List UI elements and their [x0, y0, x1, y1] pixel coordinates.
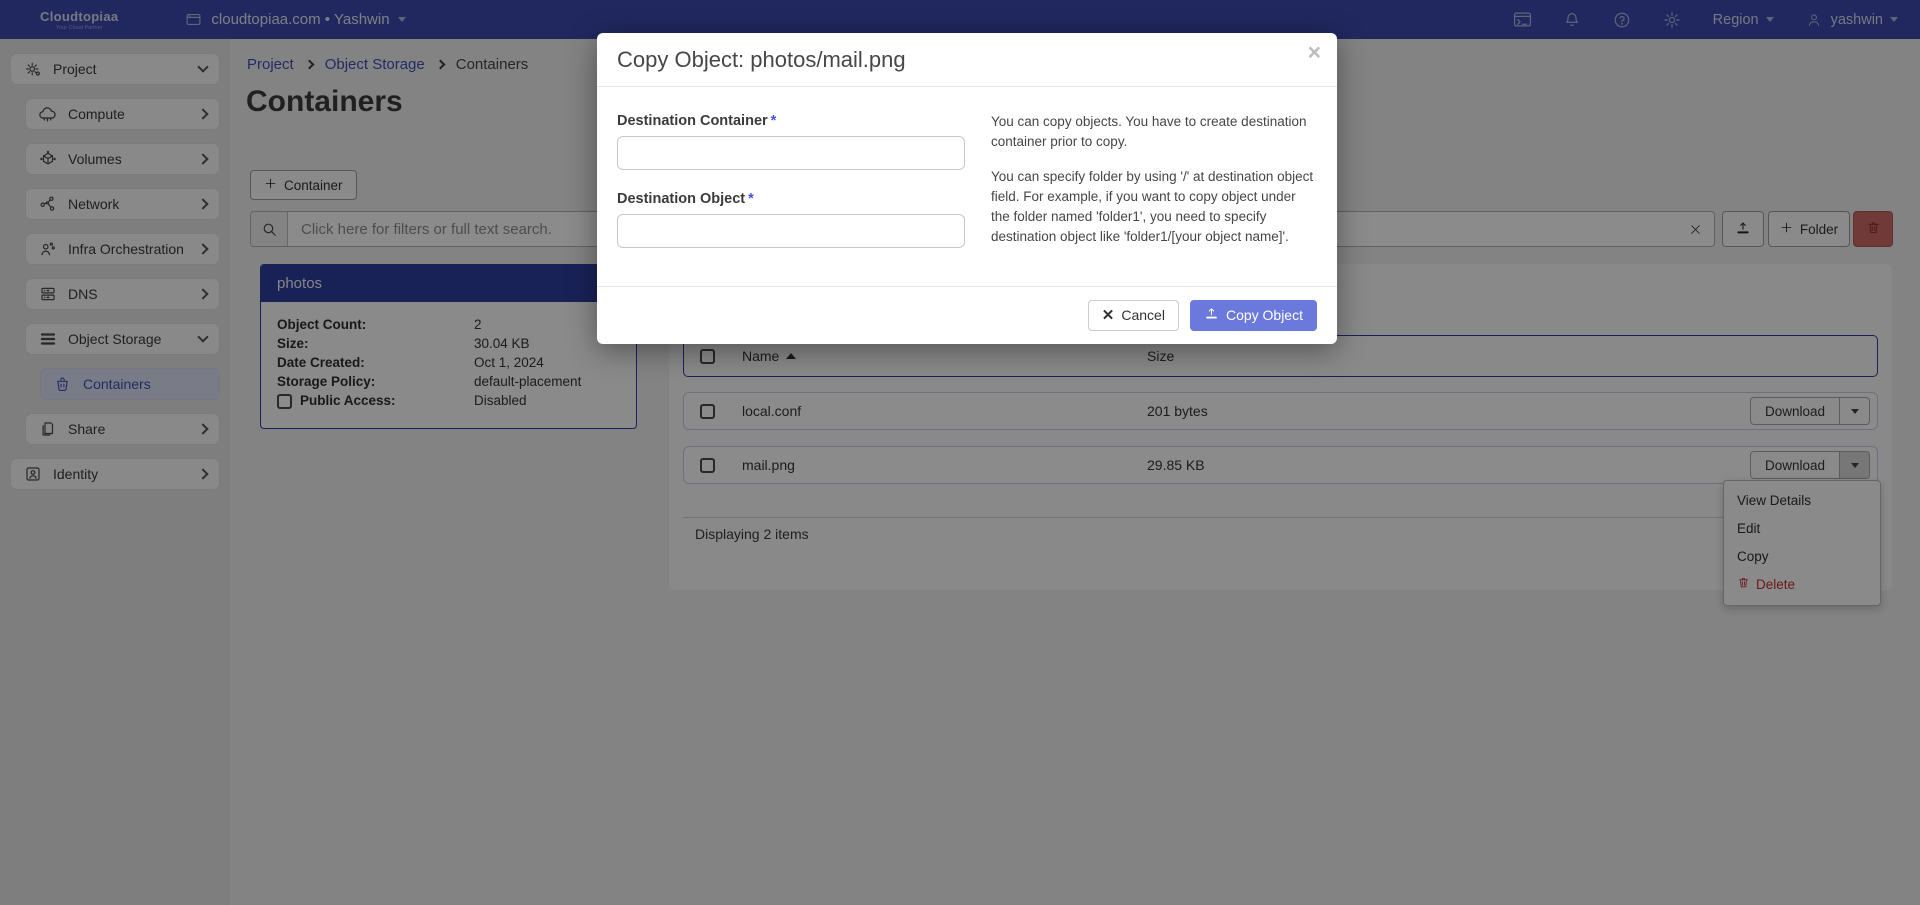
- application-window: Cloudtopiaa Your Cloud Partner cloudtopi…: [0, 0, 1920, 905]
- modal-close-x-icon[interactable]: ×: [1308, 41, 1321, 64]
- copy-object-label: Copy Object: [1226, 307, 1303, 323]
- label-text: Destination Object: [617, 191, 745, 207]
- x-icon: ✕: [1102, 308, 1115, 323]
- modal-title: Copy Object: photos/mail.png: [617, 47, 906, 72]
- required-marker: *: [771, 113, 777, 129]
- modal-form-column: Destination Container* Destination Objec…: [617, 105, 965, 262]
- cancel-button[interactable]: ✕ Cancel: [1088, 300, 1179, 331]
- modal-body: Destination Container* Destination Objec…: [597, 87, 1337, 286]
- modal-header: Copy Object: photos/mail.png ×: [597, 33, 1337, 87]
- destination-object-input[interactable]: [617, 214, 965, 248]
- destination-container-input[interactable]: [617, 136, 965, 170]
- help-paragraph: You can copy objects. You have to create…: [991, 112, 1317, 153]
- required-marker: *: [748, 191, 754, 207]
- copy-object-modal: Copy Object: photos/mail.png × Destinati…: [597, 33, 1337, 344]
- copy-object-button[interactable]: Copy Object: [1190, 300, 1317, 331]
- label-text: Destination Container: [617, 113, 768, 129]
- modal-help-column: You can copy objects. You have to create…: [991, 105, 1317, 262]
- help-paragraph: You can specify folder by using '/' at d…: [991, 167, 1317, 248]
- cancel-label: Cancel: [1121, 307, 1165, 323]
- upload-icon: [1204, 306, 1219, 324]
- destination-object-label: Destination Object*: [617, 191, 965, 207]
- modal-footer: ✕ Cancel Copy Object: [597, 286, 1337, 344]
- destination-container-label: Destination Container*: [617, 113, 965, 129]
